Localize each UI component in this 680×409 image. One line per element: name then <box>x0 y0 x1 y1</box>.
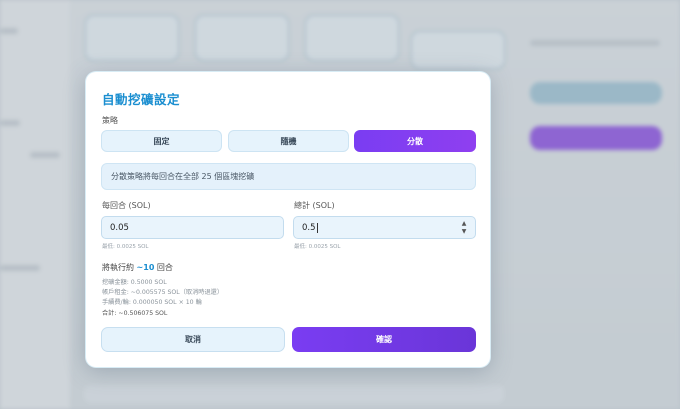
execute-rounds-summary: 將執行約 ~10 回合 <box>102 262 173 273</box>
strategy-info-box: 分散策略將每回合在全部 25 個區塊挖礦 <box>101 163 476 190</box>
total-label: 總計 (SOL) <box>294 201 335 210</box>
strategy-random-button[interactable]: 隨機 <box>228 130 349 152</box>
per-round-label: 每回合 (SOL) <box>102 201 151 210</box>
spinner-down-icon[interactable]: ▼ <box>462 229 467 235</box>
strategy-label: 策略 <box>102 116 118 125</box>
fee-per-round-line: 手續費/輪: 0.000050 SOL × 10 輪 <box>102 299 202 306</box>
confirm-button[interactable]: 確認 <box>292 327 476 352</box>
per-round-input[interactable]: 0.05 <box>101 216 284 239</box>
total-value: 0.5 <box>302 222 316 233</box>
strategy-spread-button[interactable]: 分散 <box>354 130 476 152</box>
spinner-up-icon[interactable]: ▲ <box>462 221 467 227</box>
per-round-hint: 最低: 0.0025 SOL <box>102 244 149 250</box>
dialog-title: 自動挖礦設定 <box>102 92 181 107</box>
execute-rounds: ~10 <box>136 263 155 272</box>
execute-prefix: 將執行約 <box>102 263 137 272</box>
auto-mining-settings-dialog: 自動挖礦設定 策略 固定 隨機 分散 分散策略將每回合在全部 25 個區塊挖礦 … <box>86 72 490 367</box>
strategy-info-text: 分散策略將每回合在全部 25 個區塊挖礦 <box>111 172 255 181</box>
strategy-fixed-button[interactable]: 固定 <box>101 130 222 152</box>
mining-amount-line: 挖礦金額: 0.5000 SOL <box>102 279 167 286</box>
total-input[interactable]: 0.5 ▲ ▼ <box>293 216 476 239</box>
total-hint: 最低: 0.0025 SOL <box>294 244 341 250</box>
text-cursor <box>316 222 318 233</box>
per-round-value: 0.05 <box>110 222 129 233</box>
cancel-button[interactable]: 取消 <box>101 327 285 352</box>
network-fee-line: 帳戶租金: ~0.005575 SOL（取消時退還） <box>102 289 224 296</box>
number-spinner[interactable]: ▲ ▼ <box>460 221 468 235</box>
total-cost-line: 合計: ~0.506075 SOL <box>102 310 168 317</box>
execute-suffix: 回合 <box>154 263 173 272</box>
